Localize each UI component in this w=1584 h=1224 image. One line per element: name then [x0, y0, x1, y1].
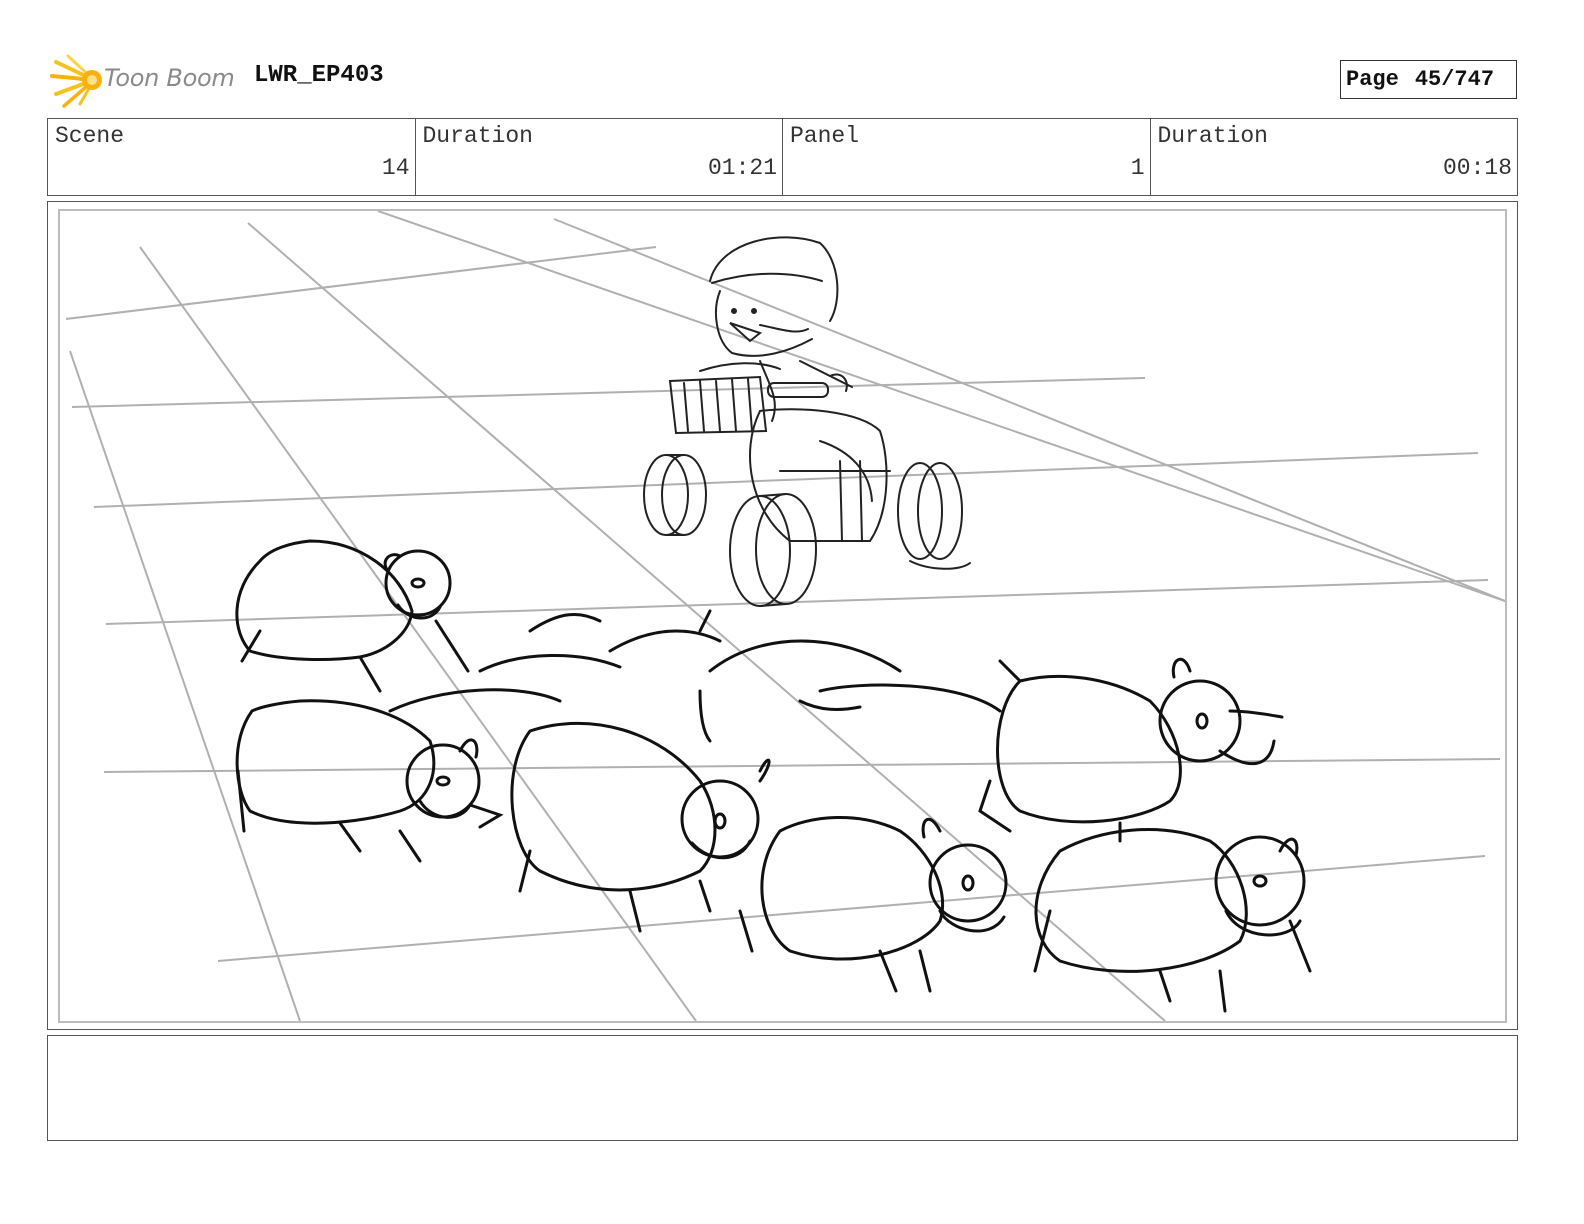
- scene-duration-label: Duration: [422, 123, 533, 149]
- panel-cell: Panel 1: [783, 119, 1151, 195]
- perspective-grid: [65, 211, 1505, 1021]
- project-title: LWR_EP403: [254, 62, 384, 89]
- scene-duration-value: 01:21: [707, 155, 777, 181]
- scene-cell: Scene 14: [48, 119, 416, 195]
- logo-text: Toon Boom: [104, 64, 235, 92]
- panel-label: Panel: [790, 123, 860, 149]
- scene-value: 14: [381, 155, 410, 181]
- toon-boom-logo: Toon Boom: [50, 54, 245, 110]
- panel-duration-cell: Duration 00:18: [1151, 119, 1518, 195]
- quad-bike-rider: [643, 236, 971, 607]
- page-number: 45/747: [1414, 67, 1495, 92]
- scene-info-table: Scene 14 Duration 01:21 Panel 1 Duration…: [47, 118, 1518, 196]
- notes-box: [47, 1035, 1518, 1141]
- scene-duration-cell: Duration 01:21: [416, 119, 783, 195]
- panel-sketch: [65, 211, 1505, 1021]
- panel-duration-label: Duration: [1157, 123, 1268, 149]
- storyboard-panel: [47, 201, 1518, 1030]
- scene-label: Scene: [55, 123, 125, 149]
- page-label: Page: [1346, 67, 1399, 92]
- page-indicator: Page 45/747: [1340, 60, 1517, 99]
- panel-drawing-area: [58, 209, 1507, 1023]
- panel-duration-value: 00:18: [1442, 155, 1512, 181]
- panel-value: 1: [1130, 155, 1145, 181]
- sparkle-burst-icon: [50, 54, 102, 108]
- sheep-flock: [235, 539, 1312, 1013]
